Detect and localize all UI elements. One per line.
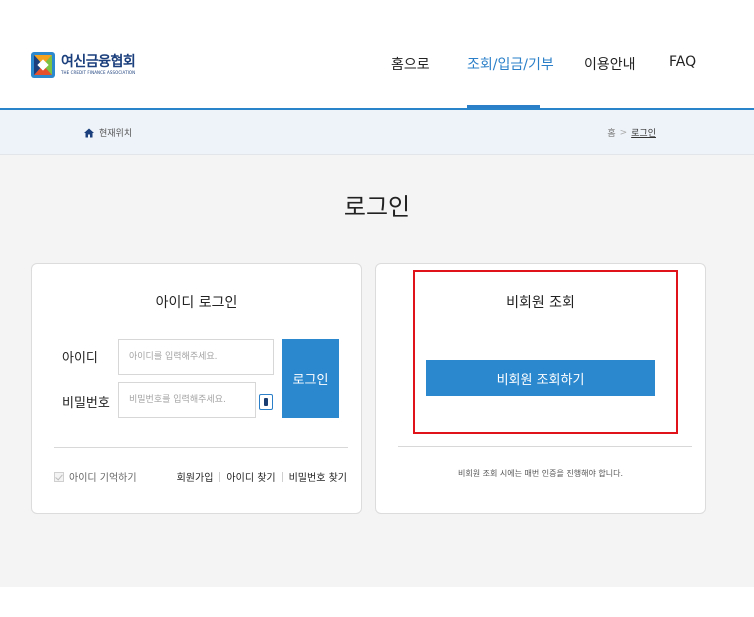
link-separator [281, 471, 283, 482]
remember-id-checkbox[interactable] [54, 471, 64, 482]
nav-faq[interactable]: FAQ [669, 54, 696, 70]
main-content: 로그인 아이디 로그인 아이디 비밀번호 로그인 아이디 기억하기 회원가입 아… [0, 155, 754, 587]
nav-guide[interactable]: 이용안내 [584, 54, 636, 74]
current-location: 현재위치 [84, 126, 132, 139]
page-title: 로그인 [343, 193, 411, 221]
card-divider [398, 446, 692, 447]
guest-inquiry-button[interactable]: 비회원 조회하기 [426, 360, 655, 396]
breadcrumb: 홈 > 로그인 [607, 126, 656, 140]
signup-link[interactable]: 회원가입 [177, 469, 214, 484]
location-label: 현재위치 [99, 129, 133, 139]
link-separator [219, 471, 221, 482]
login-button[interactable]: 로그인 [282, 339, 339, 418]
id-login-title: 아이디 로그인 [155, 295, 238, 311]
id-label: 아이디 [62, 351, 98, 366]
breadcrumb-home[interactable]: 홈 [607, 126, 615, 139]
find-password-link[interactable]: 비밀번호 찾기 [289, 469, 347, 484]
guest-inquiry-card: 비회원 조회 비회원 조회하기 비회원 조회 시에는 매번 인증을 진행해야 합… [375, 263, 706, 514]
footer-area [0, 587, 754, 617]
nav-inquiry[interactable]: 조회/입금/기부 [467, 54, 554, 74]
breadcrumb-current: 로그인 [631, 129, 656, 139]
site-header: 여신금융협회 THE CREDIT FINANCE ASSOCIATION 홈으… [0, 0, 754, 110]
guest-inquiry-title: 비회원 조회 [506, 295, 575, 311]
account-links: 회원가입 아이디 찾기 비밀번호 찾기 [177, 469, 347, 484]
main-nav: 홈으로 조회/입금/기부 이용안내 FAQ [0, 54, 754, 78]
home-icon [84, 128, 94, 137]
remember-id[interactable]: 아이디 기억하기 [54, 469, 137, 484]
find-id-link[interactable]: 아이디 찾기 [226, 469, 275, 484]
card-divider [54, 447, 348, 448]
password-label: 비밀번호 [62, 396, 110, 411]
id-login-card: 아이디 로그인 아이디 비밀번호 로그인 아이디 기억하기 회원가입 아이디 찾… [31, 263, 362, 514]
guest-inquiry-note: 비회원 조회 시에는 매번 인증을 진행해야 합니다. [458, 469, 623, 478]
page: 여신금융협회 THE CREDIT FINANCE ASSOCIATION 홈으… [0, 0, 754, 617]
id-input[interactable] [118, 339, 274, 375]
breadcrumb-separator: > [619, 127, 628, 138]
secure-keyboard-icon[interactable] [259, 394, 273, 410]
remember-id-label: 아이디 기억하기 [69, 473, 137, 484]
nav-home[interactable]: 홈으로 [391, 54, 430, 74]
password-input[interactable] [118, 382, 256, 418]
breadcrumb-bar: 현재위치 홈 > 로그인 [0, 110, 754, 155]
